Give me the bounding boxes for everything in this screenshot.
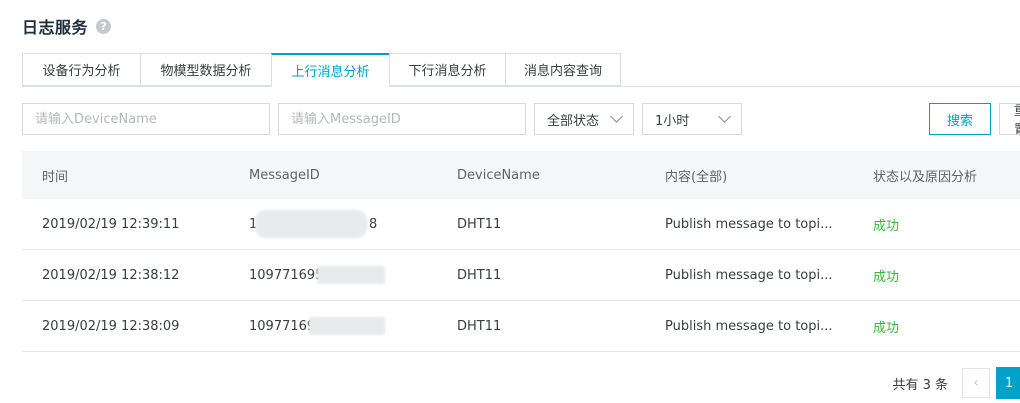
redacted-blur [317,266,385,284]
tab-message-content-query[interactable]: 消息内容查询 [505,53,621,86]
table-row[interactable]: 2019/02/19 12:38:12 109771695 DHT11 Publ… [22,250,1020,301]
device-name-field [22,103,270,135]
tab-downstream-messages[interactable]: 下行消息分析 [389,53,505,86]
tab-bar: 设备行为分析 物模型数据分析 上行消息分析 下行消息分析 消息内容查询 [22,53,621,87]
tab-device-behavior[interactable]: 设备行为分析 [22,53,140,86]
cell-status: 成功 [873,320,900,336]
status-select[interactable]: 全部状态 [534,103,634,135]
cell-message-id: 109771695 [229,266,437,284]
message-id-suffix: 8 [369,216,378,232]
tab-upstream-messages[interactable]: 上行消息分析 [271,53,389,87]
cell-time: 2019/02/19 12:38:09 [42,318,180,334]
cell-device-name: DHT11 [457,267,502,283]
message-id-prefix: 10977169 [249,318,316,334]
column-header-device-name: DeviceName [457,167,540,183]
chevron-down-icon [610,110,623,123]
cell-message-id: 10977169 [229,317,437,335]
device-name-input[interactable] [23,104,269,134]
pagination: 共有 3 条 ‹ 1 [892,367,1020,399]
cell-content[interactable]: Publish message to topi... [645,217,853,232]
cell-status: 成功 [873,218,900,234]
cell-device-name: DHT11 [457,318,502,334]
redacted-blur [309,317,385,335]
column-header-message-id: MessageID [249,167,320,183]
cell-content[interactable]: Publish message to topi... [645,319,853,334]
column-header-status: 状态以及原因分析 [873,169,978,185]
total-count: 共有 3 条 [892,377,948,393]
cell-status: 成功 [873,269,900,285]
filter-bar: 全部状态 1小时 搜索 重置 [22,103,1020,135]
table-row[interactable]: 2019/02/19 12:38:09 10977169 DHT11 Publi… [22,301,1020,352]
table-header: 时间 MessageID DeviceName 内容(全部) 状态以及原因分析 [22,151,1020,199]
status-select-value: 全部状态 [547,113,600,129]
page-number-current[interactable]: 1 [996,367,1020,399]
search-button[interactable]: 搜索 [929,103,991,135]
reset-button[interactable]: 重置 [999,103,1020,135]
log-table: 时间 MessageID DeviceName 内容(全部) 状态以及原因分析 … [22,151,1020,352]
time-range-select[interactable]: 1小时 [642,103,742,135]
column-header-content[interactable]: 内容(全部) [645,166,853,185]
message-id-field [278,103,526,135]
cell-content[interactable]: Publish message to topi... [645,268,853,283]
time-range-value: 1小时 [655,113,690,129]
cell-device-name: DHT11 [457,216,502,232]
message-id-prefix: 109771695 [249,267,324,283]
tab-thing-model-data[interactable]: 物模型数据分析 [140,53,271,86]
cell-time: 2019/02/19 12:38:12 [42,267,180,283]
page-title: 日志服务 [22,18,89,37]
redacted-blur [255,210,367,238]
chevron-down-icon [718,110,731,123]
table-row[interactable]: 2019/02/19 12:39:11 1 8 DHT11 Publish me… [22,199,1020,250]
question-icon[interactable]: ? [96,18,112,34]
title-row: 日志服务 ? [22,12,112,40]
cell-time: 2019/02/19 12:39:11 [42,216,180,232]
column-header-time: 时间 [42,169,69,185]
cell-message-id: 1 8 [229,210,437,238]
message-id-input[interactable] [279,104,525,134]
log-service-page: 日志服务 ? 设备行为分析 物模型数据分析 上行消息分析 下行消息分析 消息内容… [0,0,1020,403]
chevron-left-icon[interactable]: ‹ [962,368,990,398]
